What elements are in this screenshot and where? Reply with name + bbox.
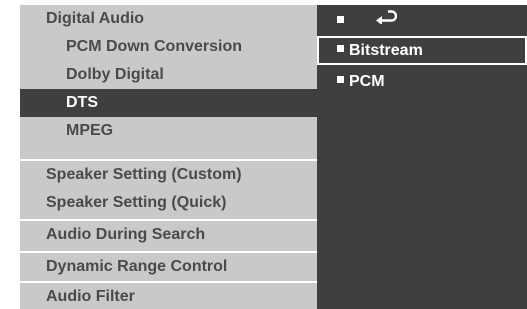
- setup-screen: Digital Audio PCM Down Conversion Dolby …: [20, 5, 527, 309]
- option-label: Bitstream: [349, 42, 423, 59]
- menu-item-pcm-down-conversion[interactable]: PCM Down Conversion: [20, 33, 317, 61]
- menu-item-mpeg[interactable]: MPEG: [20, 117, 317, 145]
- bullet-icon: [337, 16, 344, 24]
- menu-item-digital-audio[interactable]: Digital Audio: [20, 5, 317, 33]
- return-option[interactable]: [317, 7, 527, 36]
- menu-item-dts[interactable]: DTS: [20, 89, 317, 117]
- menu-item-audio-during-search[interactable]: Audio During Search: [20, 221, 317, 249]
- option-bitstream[interactable]: Bitstream: [317, 36, 527, 65]
- bullet-icon: [337, 76, 344, 84]
- bullet-icon: [337, 45, 344, 53]
- menu-item-audio-filter[interactable]: Audio Filter: [20, 283, 317, 309]
- menu-item-speaker-setting-quick[interactable]: Speaker Setting (Quick): [20, 189, 317, 217]
- menu-item-dynamic-range-control[interactable]: Dynamic Range Control: [20, 253, 317, 281]
- options-panel: Bitstream PCM: [317, 5, 527, 309]
- return-arrow-icon[interactable]: [375, 5, 398, 34]
- option-pcm[interactable]: PCM: [317, 67, 527, 96]
- menu-item-dolby-digital[interactable]: Dolby Digital: [20, 61, 317, 89]
- settings-menu: Digital Audio PCM Down Conversion Dolby …: [20, 5, 317, 309]
- option-label: PCM: [349, 73, 385, 90]
- menu-item-speaker-setting-custom[interactable]: Speaker Setting (Custom): [20, 161, 317, 189]
